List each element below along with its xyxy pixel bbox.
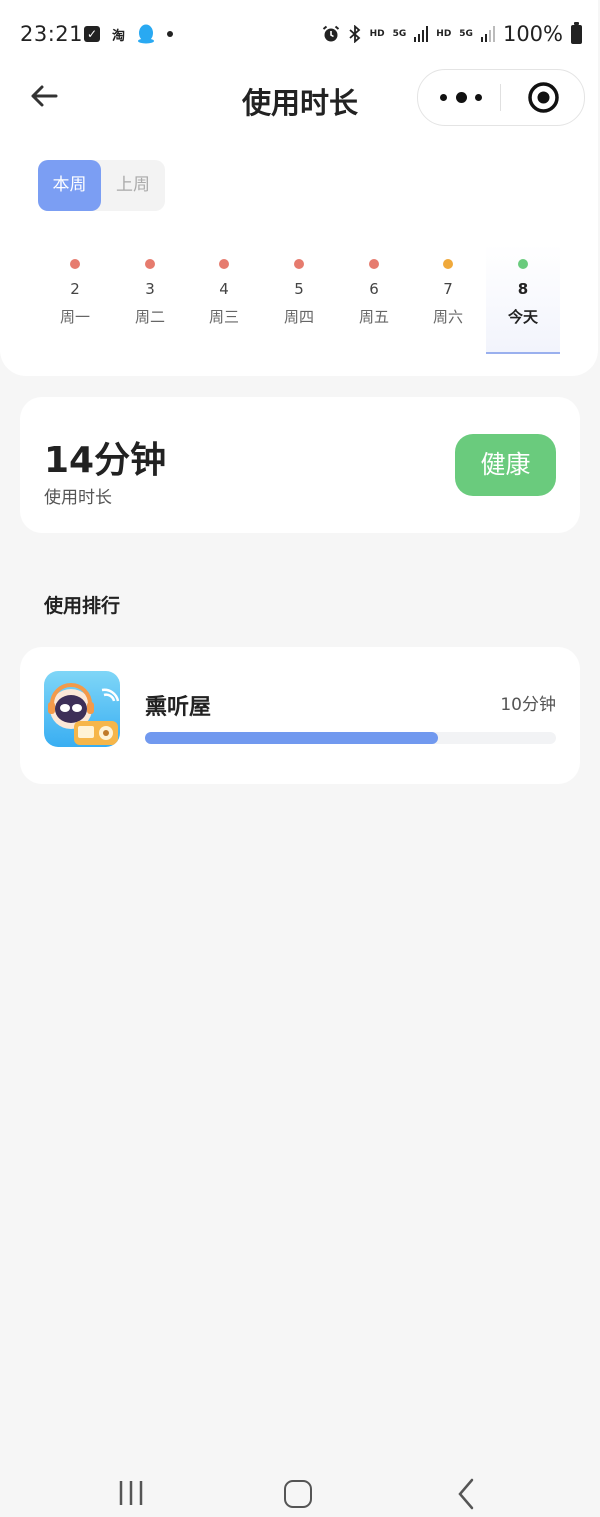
day-label: 今天 — [507, 308, 538, 326]
last-week-tab[interactable]: 上周 — [101, 160, 165, 211]
taobao-icon: 淘 — [112, 28, 126, 44]
checkbox-notification-icon: ✓ — [84, 26, 100, 42]
day-status-dot — [70, 259, 80, 269]
battery-percent: 100% — [502, 22, 563, 46]
bluetooth-icon — [349, 25, 360, 43]
day-number: 6 — [369, 280, 379, 298]
day-label: 周三 — [208, 308, 239, 326]
day-label: 周四 — [283, 308, 314, 326]
day-status-dot — [294, 259, 304, 269]
day-label: 周五 — [358, 308, 389, 326]
ranking-title: 使用排行 — [44, 595, 121, 617]
day-status-dot — [145, 259, 155, 269]
day-item[interactable]: 2 周一 — [38, 244, 112, 352]
more-notifications-icon — [167, 31, 174, 37]
total-usage-label: 使用时长 — [44, 488, 112, 508]
app-ranking-item[interactable]: 熏听屋 10分钟 — [20, 647, 580, 784]
total-usage-time: 14分钟 — [44, 440, 167, 481]
day-number: 2 — [70, 280, 80, 298]
alarm-icon — [322, 25, 339, 42]
day-item[interactable]: 5 周四 — [262, 244, 336, 352]
battery-icon — [571, 21, 582, 44]
day-item-today[interactable]: 8 今天 — [486, 244, 560, 354]
day-item[interactable]: 7 周六 — [411, 244, 485, 352]
capsule-divider — [500, 84, 501, 111]
system-back-icon[interactable] — [456, 1478, 476, 1510]
app-icon — [44, 671, 120, 747]
usage-summary-card: 14分钟 使用时长 健康 — [20, 397, 580, 533]
close-target-icon[interactable] — [527, 81, 560, 114]
hd-label: HD — [369, 29, 385, 39]
day-number: 8 — [517, 280, 529, 298]
day-item[interactable]: 6 周五 — [337, 244, 411, 352]
signal-bars-icon — [414, 26, 429, 42]
day-number: 7 — [443, 280, 453, 298]
health-status-badge: 健康 — [455, 434, 556, 496]
system-icons: HD 5G HD 5G 100% — [322, 21, 582, 46]
day-label: 周六 — [432, 308, 463, 326]
recent-apps-icon[interactable] — [118, 1480, 144, 1506]
mini-program-capsule — [417, 69, 585, 126]
day-status-dot — [443, 259, 453, 269]
day-status-dot — [219, 259, 229, 269]
day-status-dot — [369, 259, 379, 269]
app-name: 熏听屋 — [145, 695, 212, 720]
notification-icons: ✓ 淘 — [84, 24, 174, 44]
system-nav-bar — [0, 1460, 600, 1517]
status-bar: 23:21 ✓ 淘 HD 5G HD 5G 100% — [0, 0, 600, 72]
app-usage-time: 10分钟 — [500, 695, 556, 715]
more-menu-icon[interactable] — [440, 87, 482, 107]
signal-5g-label-2: 5G — [459, 29, 473, 39]
signal-5g-label: 5G — [392, 29, 407, 39]
day-number: 5 — [294, 280, 304, 298]
home-icon[interactable] — [284, 1480, 312, 1508]
day-label: 周二 — [134, 308, 165, 326]
day-status-dot — [518, 259, 528, 269]
usage-bar-fill — [145, 732, 439, 744]
week-toggle: 本周 上周 — [38, 160, 165, 211]
day-number: 4 — [219, 280, 229, 298]
day-item[interactable]: 3 周二 — [113, 244, 187, 352]
this-week-tab[interactable]: 本周 — [38, 160, 101, 211]
day-number: 3 — [145, 280, 155, 298]
hd-label-2: HD — [436, 29, 452, 39]
day-label: 周一 — [59, 308, 90, 326]
status-time: 23:21 — [20, 22, 84, 46]
signal-bars-icon-2 — [480, 26, 495, 42]
usage-bar-track — [145, 732, 556, 744]
qq-penguin-icon — [138, 24, 155, 44]
day-item[interactable]: 4 周三 — [187, 244, 261, 352]
